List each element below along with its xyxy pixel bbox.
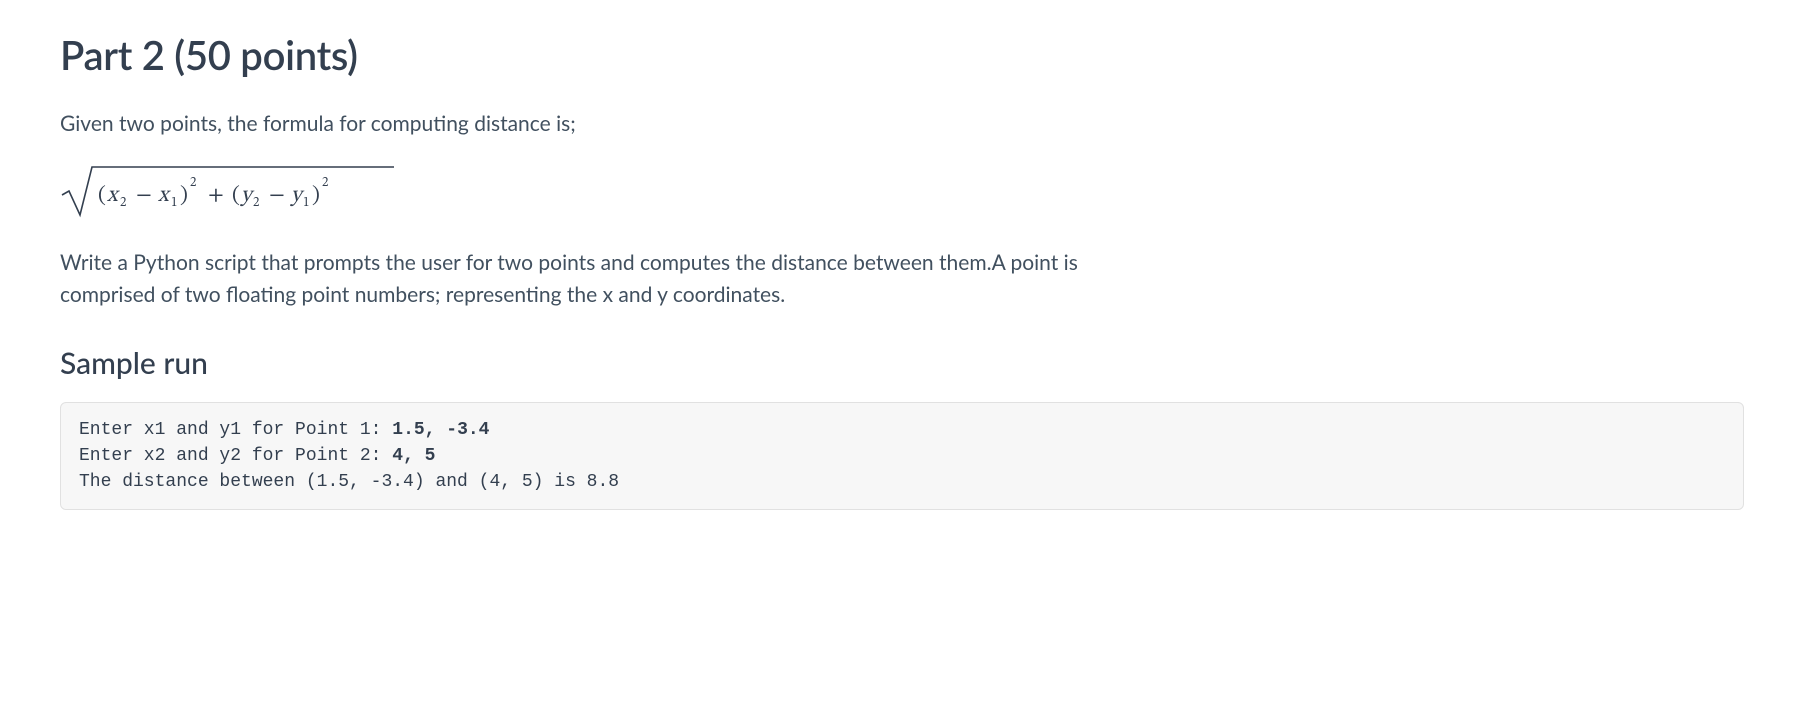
part-title: Part 2 (50 points) — [60, 24, 1744, 86]
svg-text:1: 1 — [303, 197, 309, 210]
sample-run-heading: Sample run — [60, 340, 1744, 387]
svg-text:−: − — [136, 185, 152, 207]
svg-text:2: 2 — [253, 197, 260, 210]
svg-text:x: x — [106, 185, 120, 207]
svg-text:2: 2 — [322, 177, 329, 190]
intro-paragraph: Given two points, the formula for comput… — [60, 108, 1170, 141]
svg-text:1: 1 — [171, 197, 177, 210]
svg-text:+: + — [208, 185, 224, 207]
svg-text:−: − — [269, 185, 285, 207]
svg-text:(: ( — [232, 184, 240, 207]
svg-text:2: 2 — [120, 197, 127, 210]
svg-text:2: 2 — [190, 177, 197, 190]
sample-line-1-prompt: Enter x1 and y1 for Point 1: — [79, 420, 392, 440]
instructions-paragraph: Write a Python script that prompts the u… — [60, 247, 1170, 312]
sample-output: Enter x1 and y1 for Point 1: 1.5, -3.4 E… — [60, 402, 1744, 510]
svg-text:): ) — [312, 184, 320, 207]
sample-line-2-input: 4, 5 — [392, 446, 435, 466]
svg-text:): ) — [180, 184, 188, 207]
sample-line-2-prompt: Enter x2 and y2 for Point 2: — [79, 446, 392, 466]
distance-formula: ( x 2 − x 1 ) 2 + ( y 2 − y 1 ) 2 — [60, 163, 1744, 219]
sample-line-3: The distance between (1.5, -3.4) and (4,… — [79, 472, 619, 492]
sample-line-1-input: 1.5, -3.4 — [392, 420, 489, 440]
svg-text:(: ( — [98, 184, 106, 207]
svg-text:x: x — [157, 185, 171, 207]
